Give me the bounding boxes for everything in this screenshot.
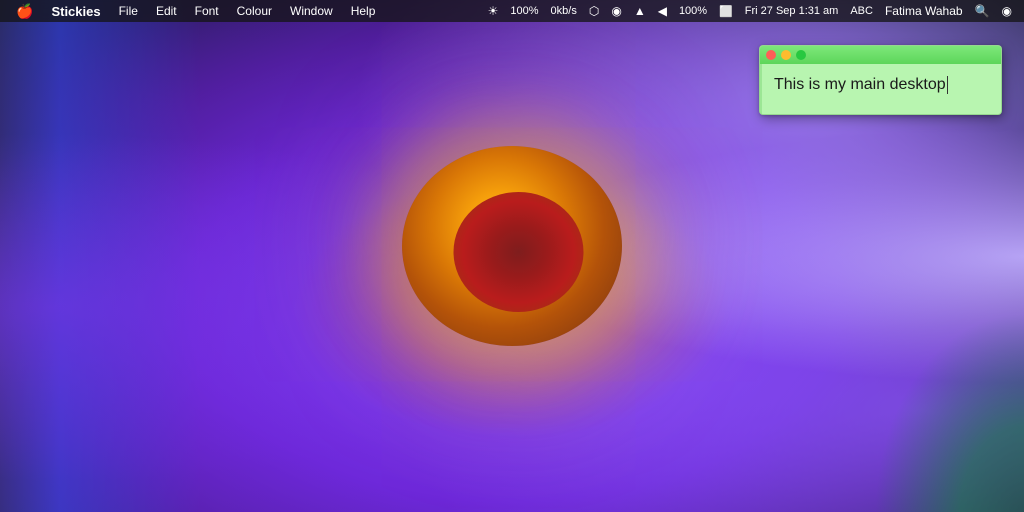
font-menu[interactable]: Font [187,2,227,20]
menubar: 🍎 Stickies File Edit Font Colour Window … [0,0,1024,22]
battery-icon: ⬜ [715,3,737,20]
flower-dark-center [454,192,584,312]
help-menu[interactable]: Help [343,2,384,20]
keyboard-layout-icon[interactable]: ABC [846,3,877,19]
app-name-menu[interactable]: Stickies [43,2,108,21]
search-icon[interactable]: 🔍 [971,2,994,20]
network-speed: 0kb/s [547,3,581,19]
edit-menu[interactable]: Edit [148,2,185,20]
menubar-left: 🍎 Stickies File Edit Font Colour Window … [8,1,383,22]
bluetooth-icon[interactable]: ⬡ [585,2,603,20]
sticky-text: This is my main desktop [774,76,946,93]
brightness-percentage: 100% [506,3,542,19]
window-menu[interactable]: Window [282,2,341,20]
sticky-expand-button[interactable] [796,50,806,60]
volume-icon[interactable]: ◀ [654,2,671,20]
username-display: Fatima Wahab [881,2,967,20]
colour-menu[interactable]: Colour [229,2,280,20]
file-menu[interactable]: File [111,2,146,20]
sticky-minimize-button[interactable] [781,50,791,60]
airdrop-icon[interactable]: ◉ [607,2,625,20]
flower-center [402,146,622,346]
battery-percentage: 100% [675,3,711,19]
wifi-icon[interactable]: ▲ [630,2,650,20]
menubar-right: ☀ 100% 0kb/s ⬡ ◉ ▲ ◀ 100% ⬜ Fri 27 Sep 1… [484,2,1016,20]
apple-menu[interactable]: 🍎 [8,1,41,22]
brightness-icon[interactable]: ☀ [484,2,503,20]
sticky-note: This is my main desktop [759,45,1002,115]
sticky-titlebar [760,46,1001,64]
datetime: Fri 27 Sep 1:31 am [741,3,843,19]
sticky-content[interactable]: This is my main desktop [760,64,1001,114]
bg-green-right [874,312,1024,512]
text-cursor [947,76,948,94]
notification-icon[interactable]: ◉ [998,2,1016,20]
sticky-close-button[interactable] [766,50,776,60]
